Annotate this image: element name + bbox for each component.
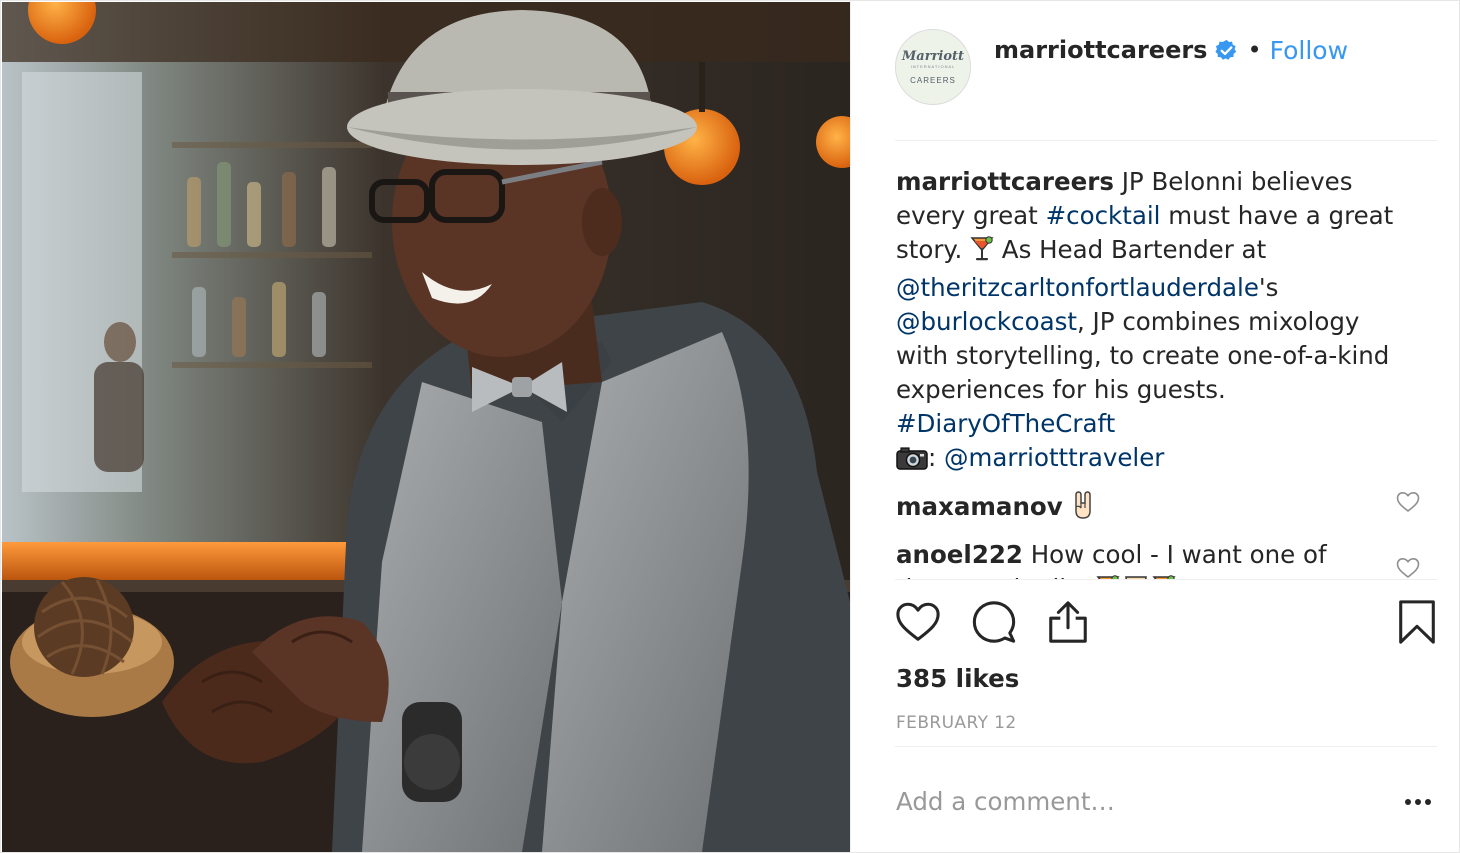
- avatar-brand-subtext: INTERNATIONAL: [910, 63, 956, 69]
- comment-username[interactable]: anoel222: [896, 540, 1023, 569]
- rock-hand-emoji-icon: [1071, 491, 1095, 528]
- post-photo[interactable]: [2, 2, 850, 852]
- comment-item: maxamanov: [896, 490, 1436, 528]
- caption-username[interactable]: marriottcareers: [896, 167, 1114, 196]
- camera-emoji-icon: [896, 445, 928, 479]
- caption-text: :: [928, 443, 945, 472]
- mention-link[interactable]: @burlockcoast: [896, 307, 1077, 336]
- post-side-panel: Marriott INTERNATIONAL CAREERS marriottc…: [850, 1, 1460, 853]
- profile-avatar[interactable]: Marriott INTERNATIONAL CAREERS: [895, 29, 971, 105]
- caption-text: 's: [1258, 273, 1279, 302]
- comment-like-icon[interactable]: [1396, 489, 1420, 513]
- post-actions: 385 likes FEBRUARY 12: [895, 579, 1437, 747]
- hashtag-link[interactable]: #DiaryOfTheCraft: [896, 409, 1115, 438]
- comment-bubble-icon[interactable]: [971, 599, 1019, 649]
- comment-item: anoel222 How cool - I want one of those …: [896, 538, 1436, 579]
- header-username[interactable]: marriottcareers: [994, 36, 1207, 64]
- verified-badge-icon: [1215, 39, 1238, 62]
- comment-like-icon[interactable]: [1396, 555, 1420, 579]
- instagram-post: Marriott INTERNATIONAL CAREERS marriottc…: [0, 0, 1460, 853]
- header-separator: •: [1247, 36, 1262, 64]
- post-header: Marriott INTERNATIONAL CAREERS marriottc…: [895, 29, 1437, 141]
- hashtag-link[interactable]: #cocktail: [1046, 201, 1161, 230]
- photo-illustration: [2, 2, 850, 852]
- mention-link[interactable]: @theritzcarltonfortlauderdale: [896, 273, 1259, 302]
- like-heart-icon[interactable]: [895, 599, 943, 649]
- comments-list[interactable]: marriottcareers JP Belonni believes ever…: [896, 165, 1436, 579]
- comment-username[interactable]: maxamanov: [896, 492, 1063, 521]
- cocktail-emoji-icon: [970, 236, 994, 271]
- header-info: marriottcareers • Follow: [994, 12, 1348, 88]
- more-options-icon[interactable]: [1403, 791, 1433, 813]
- avatar-brand-text: Marriott: [901, 48, 965, 64]
- follow-button[interactable]: Follow: [1270, 36, 1348, 65]
- add-comment-input[interactable]: [896, 777, 1316, 825]
- post-date[interactable]: FEBRUARY 12: [896, 713, 1017, 733]
- bookmark-icon[interactable]: [1394, 599, 1442, 649]
- share-icon[interactable]: [1045, 599, 1093, 649]
- post-caption: marriottcareers JP Belonni believes ever…: [896, 165, 1416, 479]
- avatar-careers-text: CAREERS: [910, 75, 956, 85]
- mention-link[interactable]: @marriotttraveler: [944, 443, 1164, 472]
- caption-text: As Head Bartender at: [994, 235, 1267, 264]
- likes-count[interactable]: 385 likes: [896, 664, 1019, 693]
- comment-text: [1063, 492, 1071, 521]
